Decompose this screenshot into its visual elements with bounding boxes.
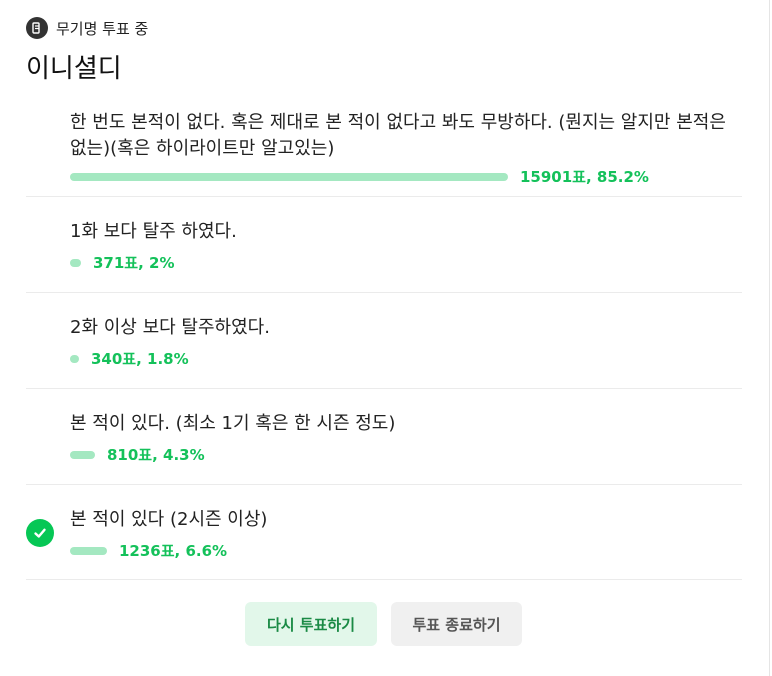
poll-option-4[interactable]: 본 적이 있다 (2시즌 이상) 1236표, 6.6% xyxy=(26,485,742,580)
option-text: 한 번도 본적이 없다. 혹은 제대로 본 적이 없다고 봐도 무방하다. (뭔… xyxy=(70,112,726,159)
option-text: 2화 이상 보다 탈주하였다. xyxy=(70,317,270,338)
result-bar xyxy=(70,450,95,459)
result-bar xyxy=(70,354,79,363)
poll-header: 무기명 투표 중 xyxy=(26,17,148,39)
poll-status-label: 무기명 투표 중 xyxy=(56,19,149,38)
option-result-row: 340표, 1.8% xyxy=(70,348,189,369)
option-result-row: 371표, 2% xyxy=(70,252,175,273)
poll-option-2[interactable]: 2화 이상 보다 탈주하였다. 340표, 1.8% xyxy=(26,293,742,389)
option-text: 1화 보다 탈주 하였다. xyxy=(70,221,237,242)
result-count: 371표, 2% xyxy=(93,254,175,272)
revote-button[interactable]: 다시 투표하기 xyxy=(245,602,377,646)
result-count: 15901표, 85.2% xyxy=(520,168,649,186)
result-bar xyxy=(70,172,508,181)
option-result-row: 1236표, 6.6% xyxy=(70,540,227,561)
option-result-row: 15901표, 85.2% xyxy=(70,166,649,187)
poll-option-3[interactable]: 본 적이 있다. (최소 1기 혹은 한 시즌 정도) 810표, 4.3% xyxy=(26,389,742,485)
result-count: 1236표, 6.6% xyxy=(119,542,228,560)
result-count: 810표, 4.3% xyxy=(107,446,205,464)
poll-option-0[interactable]: 한 번도 본적이 없다. 혹은 제대로 본 적이 없다고 봐도 무방하다. (뭔… xyxy=(26,100,742,197)
result-bar xyxy=(70,546,107,555)
check-icon xyxy=(26,519,54,547)
end-poll-button[interactable]: 투표 종료하기 xyxy=(391,602,522,646)
poll-title: 이니셜디 xyxy=(26,54,122,84)
poll-icon xyxy=(26,17,48,39)
poll-option-1[interactable]: 1화 보다 탈주 하였다. 371표, 2% xyxy=(26,197,742,293)
option-text: 본 적이 있다. (최소 1기 혹은 한 시즌 정도) xyxy=(70,413,396,434)
result-count: 340표, 1.8% xyxy=(91,350,189,368)
option-text: 본 적이 있다 (2시즌 이상) xyxy=(70,509,268,530)
option-result-row: 810표, 4.3% xyxy=(70,444,205,465)
result-bar xyxy=(70,258,81,267)
